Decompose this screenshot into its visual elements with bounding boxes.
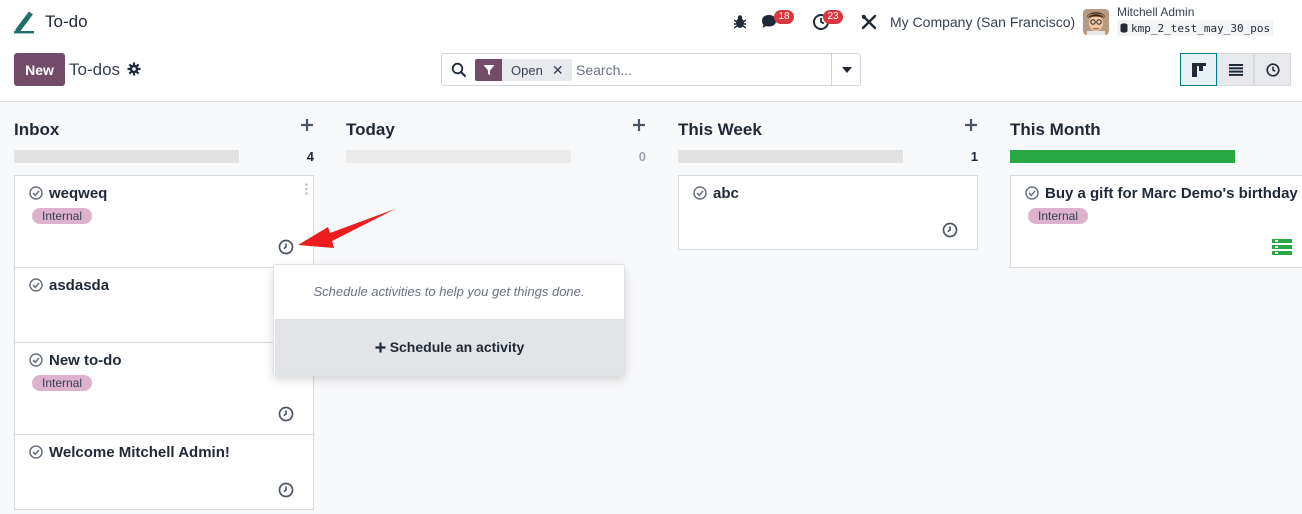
search-icon[interactable] [451,62,467,78]
activity-view-button[interactable] [1254,53,1291,86]
database-indicator: kmp_2_test_may_30_pos [1117,20,1274,36]
check-circle-icon[interactable] [29,445,43,459]
kanban-view-button[interactable] [1180,53,1217,86]
schedule-activity-button[interactable]: Schedule an activity [275,319,624,375]
check-circle-icon[interactable] [29,186,43,200]
column-title: This Month [1010,120,1101,139]
tag-badge: Internal [1028,208,1089,224]
card-title: weqweq [49,185,108,202]
user-avatar[interactable] [1083,9,1109,35]
company-switcher[interactable]: My Company (San Francisco) [890,14,1075,30]
kanban-icon [1191,62,1206,77]
main-navbar: To-do 18 23 My Company (San Francisco) M… [0,0,1302,44]
filter-icon [475,59,502,81]
schedule-activity-popover: Schedule activities to help you get thin… [273,264,625,376]
bug-icon[interactable] [730,12,750,32]
user-name[interactable]: Mitchell Admin [1117,5,1194,19]
activity-clock-icon[interactable] [278,482,294,498]
column-title: Today [346,120,395,139]
facet-remove-icon[interactable]: ✕ [549,59,572,81]
popover-message: Schedule activities to help you get thin… [313,284,585,299]
search-bar: Open ✕ [441,53,861,86]
column-title: Inbox [14,120,60,139]
activity-list-icon[interactable] [1272,239,1292,255]
kanban-column-this-week: This Week 1 abc [678,102,978,514]
column-count: 1 [970,149,978,164]
kanban-card[interactable]: Welcome Mitchell Admin! [14,434,314,510]
add-card-icon[interactable] [300,118,314,132]
database-icon [1120,23,1128,33]
tag-badge: Internal [32,375,93,391]
new-button[interactable]: New [14,53,65,86]
column-progress-bar[interactable] [346,150,571,163]
kanban-card[interactable]: Buy a gift for Marc Demo's birthday Inte… [1010,175,1302,268]
caret-down-icon [841,66,852,73]
clock-icon [1265,62,1280,77]
check-circle-icon[interactable] [693,186,707,200]
column-count: 0 [638,149,646,164]
card-title: abc [713,185,739,202]
check-circle-icon[interactable] [1025,186,1039,200]
add-card-icon[interactable] [632,118,646,132]
search-facet: Open ✕ [475,59,572,81]
kanban-column-this-month: This Month Buy a gift for Marc Demo's bi… [1010,102,1302,514]
check-circle-icon[interactable] [29,278,43,292]
column-progress-bar[interactable] [1010,150,1235,163]
kanban-column-inbox: Inbox 4 weqweq Internal asdasda New to-d… [14,102,314,514]
column-progress-bar[interactable] [14,150,239,163]
tag-badge: Internal [32,208,93,224]
kanban-card[interactable]: asdasda [14,267,314,343]
add-card-icon[interactable] [964,118,978,132]
tools-icon[interactable] [859,12,879,32]
card-title: New to-do [49,352,122,369]
column-title: This Week [678,120,762,139]
view-switcher [1180,53,1291,86]
control-panel: New To-dos Open ✕ [0,44,1302,102]
facet-value: Open [502,59,550,81]
kanban-card[interactable]: weqweq Internal [14,175,314,268]
search-input[interactable] [576,59,826,81]
activities-badge: 23 [823,10,843,24]
card-menu-icon[interactable] [305,182,308,195]
column-progress-bar[interactable] [678,150,903,163]
card-title: asdasda [49,277,110,294]
messages-badge: 18 [774,10,794,24]
column-count: 4 [306,149,314,164]
database-name: kmp_2_test_may_30_pos [1131,21,1271,35]
kanban-card[interactable]: New to-do Internal [14,342,314,435]
list-icon [1228,63,1243,76]
search-options-dropdown[interactable] [831,54,861,85]
activity-clock-icon[interactable] [942,222,958,238]
kanban-card[interactable]: abc [678,175,978,250]
app-name[interactable]: To-do [45,12,88,32]
todo-app-icon[interactable] [12,10,36,34]
gear-icon[interactable] [127,62,141,76]
list-view-button[interactable] [1217,53,1254,86]
breadcrumb: To-dos [69,60,121,79]
card-title: Buy a gift for Marc Demo's birthday [1045,185,1298,202]
annotation-arrow-icon [298,209,395,248]
schedule-activity-label: Schedule an activity [389,339,525,355]
card-title: Welcome Mitchell Admin! [49,444,230,461]
activity-clock-icon[interactable] [278,406,294,422]
plus-icon [375,342,386,352]
check-circle-icon[interactable] [29,353,43,367]
